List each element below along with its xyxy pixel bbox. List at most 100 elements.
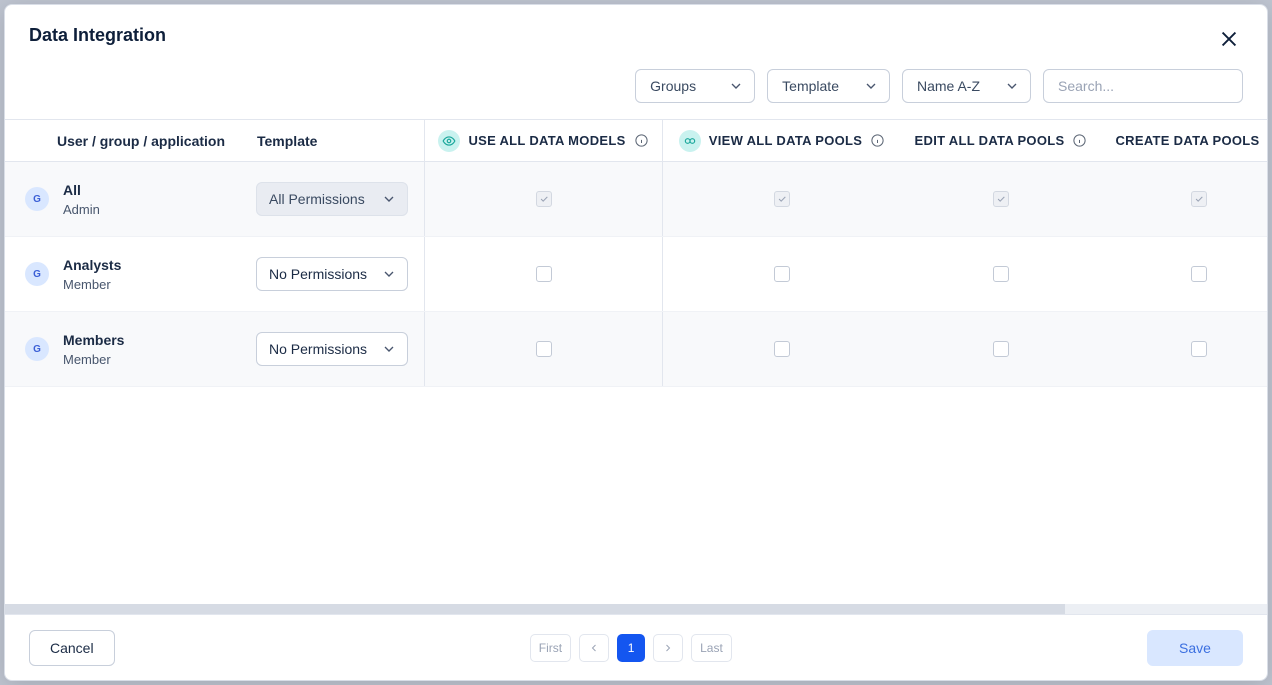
perm-checkbox[interactable] xyxy=(774,266,790,282)
permissions-grid: User / group / application Template USE … xyxy=(5,119,1267,614)
template-select: All Permissions xyxy=(256,182,408,216)
perm-cell-b xyxy=(663,237,901,311)
horizontal-scrollbar[interactable] xyxy=(5,604,1267,614)
perm-checkbox[interactable] xyxy=(536,266,552,282)
perm-cell-b xyxy=(663,162,901,236)
template-value: All Permissions xyxy=(269,191,365,207)
perm-cell-c xyxy=(901,237,1101,311)
info-icon[interactable] xyxy=(634,133,649,148)
page-prev[interactable] xyxy=(579,634,609,662)
row-name: Members xyxy=(63,332,242,348)
header-perm-b-label: VIEW ALL DATA POOLS xyxy=(709,133,863,148)
group-avatar: G xyxy=(25,337,49,361)
close-icon xyxy=(1218,28,1240,50)
row-identity: G Analysts Member No Permissions xyxy=(5,237,425,311)
search-field[interactable] xyxy=(1043,69,1243,103)
group-avatar: G xyxy=(25,187,49,211)
row-identity: G All Admin All Permissions xyxy=(5,162,425,236)
perm-checkbox[interactable] xyxy=(993,266,1009,282)
chevron-down-icon xyxy=(863,78,879,94)
grid-body: G All Admin All Permissions G Analysts Member N… xyxy=(5,162,1267,387)
header-view-all-data-pools: VIEW ALL DATA POOLS xyxy=(663,120,901,161)
chevron-down-icon xyxy=(1004,78,1020,94)
row-identity: G Members Member No Permissions xyxy=(5,312,425,386)
perm-checkbox[interactable] xyxy=(536,341,552,357)
grid-header-row: User / group / application Template USE … xyxy=(5,120,1267,162)
goggles-icon xyxy=(679,130,701,152)
table-row: G Analysts Member No Permissions xyxy=(5,237,1267,312)
page-current[interactable]: 1 xyxy=(617,634,645,662)
chevron-left-icon xyxy=(588,642,600,654)
perm-cell-b xyxy=(663,312,901,386)
search-input[interactable] xyxy=(1056,77,1241,95)
chevron-down-icon xyxy=(381,191,397,207)
permissions-modal: Data Integration Groups Template Name A-… xyxy=(4,4,1268,681)
page-next[interactable] xyxy=(653,634,683,662)
group-avatar: G xyxy=(25,262,49,286)
scrollbar-thumb[interactable] xyxy=(5,604,1065,614)
perm-checkbox[interactable] xyxy=(1191,266,1207,282)
perm-cell-a xyxy=(425,237,663,311)
perm-checkbox[interactable] xyxy=(993,341,1009,357)
modal-header: Data Integration xyxy=(5,5,1267,53)
perm-cell-d xyxy=(1101,237,1267,311)
table-row: G Members Member No Permissions xyxy=(5,312,1267,387)
header-create-data-pools: CREATE DATA POOLS xyxy=(1101,120,1267,161)
eye-icon xyxy=(438,130,460,152)
perm-checkbox[interactable] xyxy=(1191,341,1207,357)
sort-select[interactable]: Name A-Z xyxy=(902,69,1031,103)
row-name: All xyxy=(63,182,242,198)
header-identity-col: User / group / application Template xyxy=(5,120,425,161)
row-role: Admin xyxy=(63,202,242,217)
save-button[interactable]: Save xyxy=(1147,630,1243,666)
info-icon[interactable] xyxy=(870,133,885,148)
name-block: All Admin xyxy=(63,182,242,217)
modal-title: Data Integration xyxy=(29,25,166,46)
template-filter-value: Template xyxy=(782,78,839,94)
header-use-all-data-models: USE ALL DATA MODELS xyxy=(425,120,663,161)
modal-footer: Cancel First 1 Last Save xyxy=(5,614,1267,680)
close-button[interactable] xyxy=(1215,25,1243,53)
filter-type-value: Groups xyxy=(650,78,696,94)
header-user: User / group / application xyxy=(57,133,257,149)
row-role: Member xyxy=(63,352,242,367)
header-edit-all-data-pools: EDIT ALL DATA POOLS xyxy=(901,120,1101,161)
page-first[interactable]: First xyxy=(530,634,571,662)
table-row: G All Admin All Permissions xyxy=(5,162,1267,237)
perm-cell-d xyxy=(1101,312,1267,386)
header-perm-d-label: CREATE DATA POOLS xyxy=(1115,133,1259,148)
perm-checkbox xyxy=(993,191,1009,207)
filter-type-select[interactable]: Groups xyxy=(635,69,755,103)
perm-checkbox[interactable] xyxy=(774,341,790,357)
perm-checkbox xyxy=(774,191,790,207)
header-template: Template xyxy=(257,133,317,149)
chevron-right-icon xyxy=(662,642,674,654)
perm-checkbox xyxy=(536,191,552,207)
perm-checkbox xyxy=(1191,191,1207,207)
toolbar: Groups Template Name A-Z xyxy=(5,53,1267,119)
pagination: First 1 Last xyxy=(530,634,732,662)
page-last[interactable]: Last xyxy=(691,634,732,662)
template-select[interactable]: No Permissions xyxy=(256,332,408,366)
perm-cell-c xyxy=(901,312,1101,386)
cancel-button[interactable]: Cancel xyxy=(29,630,115,666)
perm-cell-c xyxy=(901,162,1101,236)
perm-cell-a xyxy=(425,162,663,236)
header-perm-c-label: EDIT ALL DATA POOLS xyxy=(915,133,1065,148)
perm-cell-d xyxy=(1101,162,1267,236)
chevron-down-icon xyxy=(381,341,397,357)
sort-value: Name A-Z xyxy=(917,78,980,94)
row-name: Analysts xyxy=(63,257,242,273)
header-perm-a-label: USE ALL DATA MODELS xyxy=(468,133,625,148)
row-role: Member xyxy=(63,277,242,292)
name-block: Analysts Member xyxy=(63,257,242,292)
template-filter-select[interactable]: Template xyxy=(767,69,890,103)
perm-cell-a xyxy=(425,312,663,386)
template-select[interactable]: No Permissions xyxy=(256,257,408,291)
name-block: Members Member xyxy=(63,332,242,367)
info-icon[interactable] xyxy=(1072,133,1087,148)
template-value: No Permissions xyxy=(269,341,367,357)
template-value: No Permissions xyxy=(269,266,367,282)
chevron-down-icon xyxy=(381,266,397,282)
chevron-down-icon xyxy=(728,78,744,94)
